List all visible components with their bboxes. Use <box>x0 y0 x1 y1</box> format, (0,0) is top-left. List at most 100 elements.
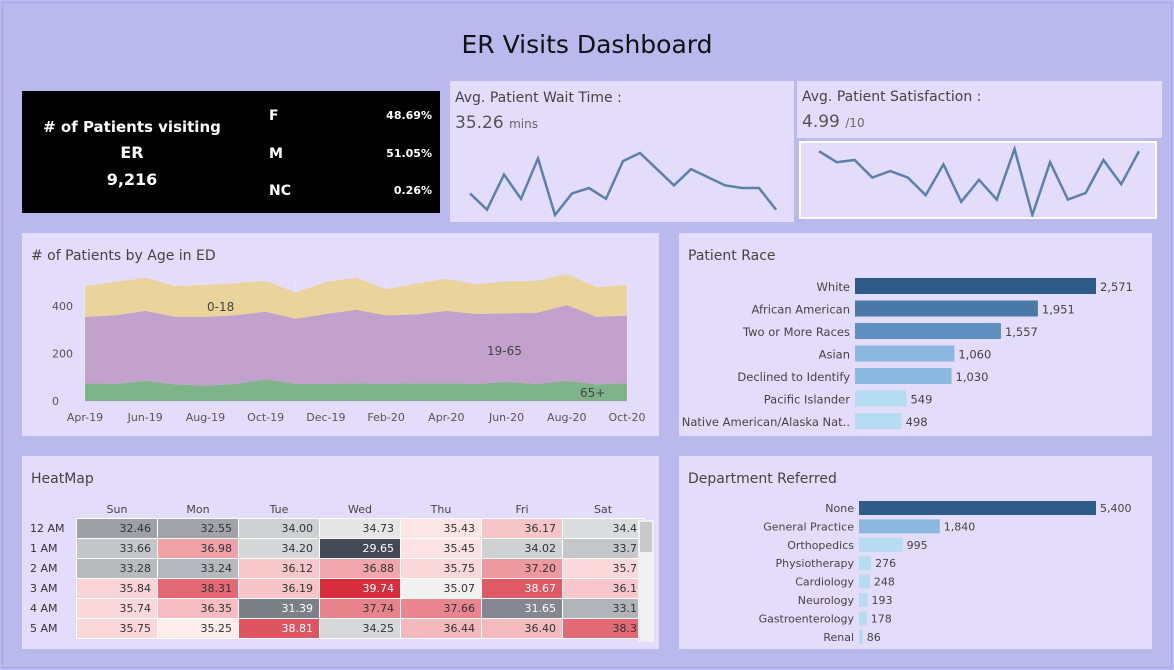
heatmap-cell: 36.98 <box>157 538 239 559</box>
heatmap-cell: 34.4 <box>562 518 644 539</box>
kpi-patients-panel: # of Patients visiting ER 9,216 F 48.69%… <box>22 91 440 213</box>
age-panel: # of Patients by Age in ED 0 200 400 0-18 19… <box>22 233 659 436</box>
age-x-tick: Jun-20 <box>488 411 524 424</box>
heatmap-scroll-thumb[interactable] <box>640 522 652 552</box>
age-x-tick: Feb-20 <box>367 411 404 424</box>
race-category-label: Pacific Islander <box>764 393 850 407</box>
dept-value-label: 86 <box>867 631 881 644</box>
age-x-tick: Dec-19 <box>306 411 345 424</box>
heatmap-cell: 35.74 <box>76 598 158 619</box>
heatmap-cell: 38.3 <box>562 618 644 639</box>
dept-bar <box>859 501 1096 515</box>
race-value-label: 1,030 <box>956 370 989 384</box>
race-bar <box>855 390 907 407</box>
dept-bar <box>859 537 903 552</box>
gender-m-pct: 51.05% <box>386 147 432 160</box>
heatmap-cell: 35.43 <box>400 518 482 539</box>
heatmap-col-header: Tue <box>269 502 289 516</box>
race-bar <box>855 345 955 362</box>
heatmap-cell: 33.7 <box>562 538 644 559</box>
heatmap-cell: 33.28 <box>76 558 158 579</box>
heatmap-cell: 32.55 <box>157 518 239 539</box>
age-y-tick: 200 <box>52 348 73 361</box>
race-value-label: 1,557 <box>1005 325 1038 339</box>
dept-bar <box>859 611 867 626</box>
dept-panel: Department Referred None 5,400 General Pra… <box>679 456 1152 649</box>
heatmap-cell: 31.39 <box>238 598 320 619</box>
heatmap-cell: 36.1 <box>562 578 644 599</box>
dept-value-label: 995 <box>907 539 928 552</box>
heatmap-cell: 36.40 <box>481 618 563 639</box>
gender-nc-label: NC <box>269 183 291 199</box>
heatmap-cell: 36.35 <box>157 598 239 619</box>
dept-bar <box>859 593 868 607</box>
heatmap-cell: 38.67 <box>481 578 563 599</box>
heatmap-cell: 36.12 <box>238 558 320 579</box>
heatmap-cell: 32.46 <box>76 518 158 539</box>
heatmap-cell: 38.81 <box>238 618 320 639</box>
dept-category-label: Renal <box>823 631 854 644</box>
kpi-total: 9,216 <box>106 170 158 189</box>
satisfaction-title: Avg. Patient Satisfaction : <box>802 89 982 105</box>
age-x-tick: Apr-20 <box>428 411 464 424</box>
age-x-tick: Jun-19 <box>127 411 163 424</box>
gender-nc-pct: 0.26% <box>393 184 432 197</box>
dept-category-label: Neurology <box>798 594 855 607</box>
race-value-label: 1,951 <box>1042 303 1075 317</box>
dept-category-label: General Practice <box>763 520 854 533</box>
heatmap-cell: 35.25 <box>157 618 239 639</box>
heatmap-col-header: Sat <box>593 502 613 516</box>
dept-category-label: None <box>825 502 854 515</box>
heatmap-scrollbar[interactable] <box>638 520 654 642</box>
dept-bar <box>859 556 872 571</box>
race-bar <box>855 300 1038 317</box>
age-x-tick: Apr-19 <box>67 411 103 424</box>
heatmap-row-header: 4 AM <box>30 602 58 615</box>
heatmap-cell: 36.19 <box>238 578 320 599</box>
heatmap-cell: 34.20 <box>238 538 320 559</box>
race-value-label: 2,571 <box>1100 280 1133 294</box>
dept-value-label: 1,840 <box>944 520 976 533</box>
heatmap-cell: 34.73 <box>319 518 401 539</box>
heatmap-cell: 35.75 <box>76 618 158 639</box>
race-category-label: Declined to Identify <box>737 370 850 384</box>
race-value-label: 1,060 <box>958 348 991 362</box>
heatmap-cell: 35.7 <box>562 558 644 579</box>
heatmap-cell: 35.45 <box>400 538 482 559</box>
heatmap-cell: 39.74 <box>319 578 401 599</box>
gender-f-label: F <box>269 108 279 124</box>
heatmap-corner <box>30 500 77 519</box>
dept-value-label: 178 <box>871 612 892 625</box>
race-category-label: White <box>817 280 850 294</box>
race-category-label: Asian <box>819 348 850 362</box>
satisfaction-sparkline <box>818 144 1141 217</box>
dept-category-label: Cardiology <box>795 576 854 589</box>
dept-value-label: 5,400 <box>1100 502 1132 515</box>
dept-bar <box>859 574 870 589</box>
heatmap-col-header: Wed <box>348 502 372 516</box>
age-x-tick: Oct-19 <box>247 411 284 424</box>
gender-f-pct: 48.69% <box>386 109 432 122</box>
race-category-label: Two or More Races <box>742 325 850 339</box>
heatmap-col-header: Mon <box>186 502 210 516</box>
dept-category-label: Orthopedics <box>787 539 854 552</box>
heatmap-cell: 37.74 <box>319 598 401 619</box>
wait-sparkline-line <box>469 151 777 218</box>
dept-category-label: Gastroenterology <box>759 612 855 625</box>
dept-bar-chart: None 5,400 General Practice 1,840 Orthopedic… <box>759 501 1132 644</box>
race-bar <box>855 368 952 384</box>
dept-category-label: Physiotherapy <box>776 557 855 570</box>
race-value-label: 498 <box>906 415 928 429</box>
age-y-tick: 0 <box>52 395 59 408</box>
heatmap-cell: 36.17 <box>481 518 563 539</box>
race-bar-chart: White 2,571 African American 1,951 Two or Mo… <box>682 278 1133 429</box>
satisfaction-sparkline-line <box>818 144 1141 217</box>
heatmap-title: HeatMap <box>31 471 94 487</box>
satisfaction-value: 4.99 /10 <box>802 112 865 132</box>
heatmap-row-header: 1 AM <box>30 542 58 555</box>
kpi-label: # of Patients visiting <box>43 118 221 136</box>
dept-bar <box>859 519 940 534</box>
heatmap-cell: 35.07 <box>400 578 482 599</box>
wait-time-panel: Avg. Patient Wait Time : 35.26 mins <box>450 81 794 222</box>
heatmap-cell: 34.25 <box>319 618 401 639</box>
